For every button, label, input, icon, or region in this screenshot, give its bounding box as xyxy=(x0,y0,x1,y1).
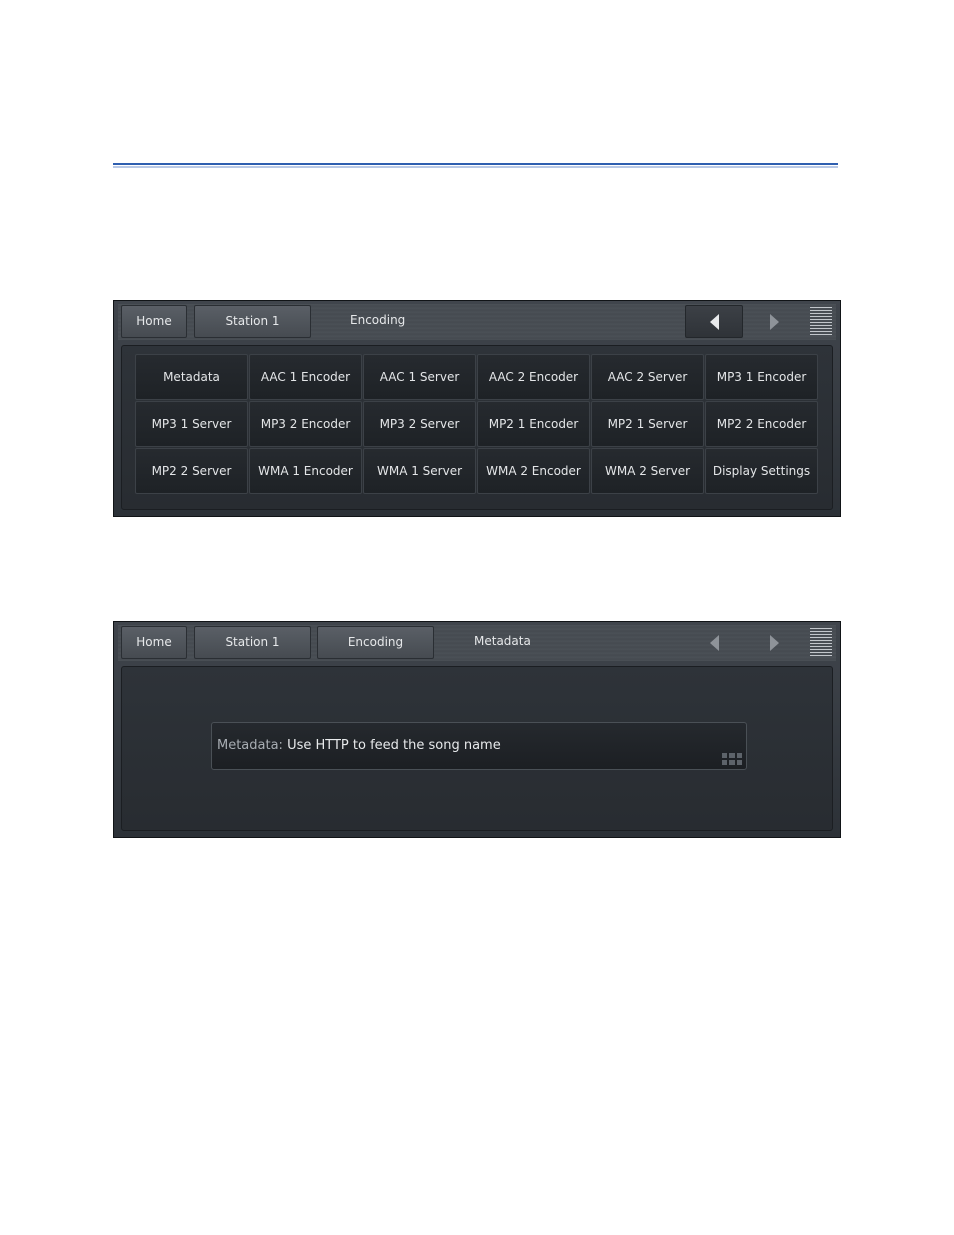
aac2-server-button[interactable]: AAC 2 Server xyxy=(591,354,704,400)
back-button[interactable] xyxy=(685,626,743,659)
wma2-server-button[interactable]: WMA 2 Server xyxy=(591,448,704,494)
mp3-2-encoder-button[interactable]: MP3 2 Encoder xyxy=(249,401,362,447)
keyboard-icon xyxy=(722,753,742,765)
wma1-encoder-button[interactable]: WMA 1 Encoder xyxy=(249,448,362,494)
section-rule-shadow xyxy=(113,166,838,168)
encoding-panel: Home Station 1 Encoding Metadata AAC 1 E… xyxy=(113,300,841,517)
current-page-label: Metadata xyxy=(474,634,531,648)
back-button[interactable] xyxy=(685,305,743,338)
display-settings-button[interactable]: Display Settings xyxy=(705,448,818,494)
forward-button[interactable] xyxy=(745,305,803,338)
home-tab[interactable]: Home xyxy=(121,305,187,338)
encoding-tab[interactable]: Encoding xyxy=(317,626,434,659)
triangle-left-icon xyxy=(709,313,719,330)
wma2-encoder-button[interactable]: WMA 2 Encoder xyxy=(477,448,590,494)
triangle-right-icon xyxy=(769,634,779,651)
encoding-button-grid: Metadata AAC 1 Encoder AAC 1 Server AAC … xyxy=(135,354,818,494)
aac1-server-button[interactable]: AAC 1 Server xyxy=(363,354,476,400)
mp2-1-server-button[interactable]: MP2 1 Server xyxy=(591,401,704,447)
metadata-panel: Home Station 1 Encoding Metadata Metadat… xyxy=(113,621,841,838)
menu-lines-icon[interactable] xyxy=(810,628,832,657)
mp2-2-server-button[interactable]: MP2 2 Server xyxy=(135,448,248,494)
forward-button[interactable] xyxy=(745,626,803,659)
metadata-field-label: Metadata: xyxy=(217,738,288,753)
mp2-1-encoder-button[interactable]: MP2 1 Encoder xyxy=(477,401,590,447)
button-grid-area: Metadata AAC 1 Encoder AAC 1 Server AAC … xyxy=(121,345,833,510)
mp2-2-encoder-button[interactable]: MP2 2 Encoder xyxy=(705,401,818,447)
metadata-field-value: Use HTTP to feed the song name xyxy=(287,738,501,753)
station-tab[interactable]: Station 1 xyxy=(194,305,311,338)
mp3-2-server-button[interactable]: MP3 2 Server xyxy=(363,401,476,447)
metadata-content-area: Metadata: Use HTTP to feed the song name xyxy=(121,666,833,831)
home-tab[interactable]: Home xyxy=(121,626,187,659)
aac2-encoder-button[interactable]: AAC 2 Encoder xyxy=(477,354,590,400)
section-rule xyxy=(113,163,838,165)
aac1-encoder-button[interactable]: AAC 1 Encoder xyxy=(249,354,362,400)
metadata-button[interactable]: Metadata xyxy=(135,354,248,400)
metadata-setting-field[interactable]: Metadata: Use HTTP to feed the song name xyxy=(211,722,747,770)
mp3-1-server-button[interactable]: MP3 1 Server xyxy=(135,401,248,447)
nav-bar: Home Station 1 Encoding xyxy=(118,304,836,340)
triangle-left-icon xyxy=(709,634,719,651)
wma1-server-button[interactable]: WMA 1 Server xyxy=(363,448,476,494)
station-tab[interactable]: Station 1 xyxy=(194,626,311,659)
menu-lines-icon[interactable] xyxy=(810,307,832,336)
triangle-right-icon xyxy=(769,313,779,330)
mp3-1-encoder-button[interactable]: MP3 1 Encoder xyxy=(705,354,818,400)
current-page-label: Encoding xyxy=(350,313,406,327)
nav-bar: Home Station 1 Encoding Metadata xyxy=(118,625,836,661)
